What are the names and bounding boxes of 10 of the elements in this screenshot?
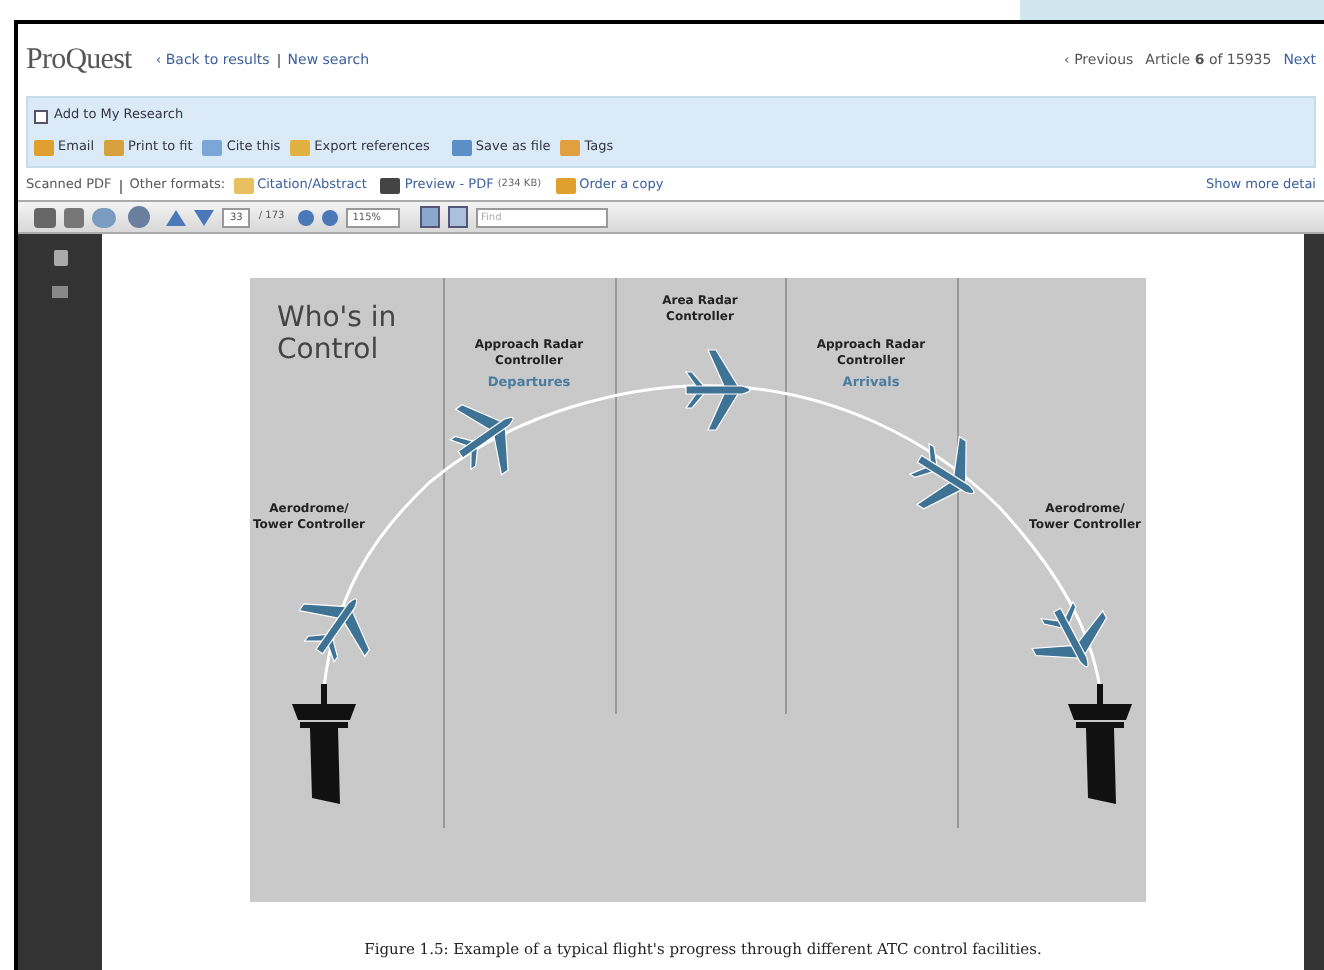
control-tower-icon — [1067, 684, 1131, 804]
airplane-icon — [448, 404, 513, 476]
airplane-icon — [684, 349, 750, 431]
control-tower-icon — [291, 684, 355, 804]
airplane-icon — [908, 436, 974, 510]
figure-title: Who's in Control — [277, 302, 397, 366]
airplane-icon — [1030, 601, 1107, 668]
checkbox[interactable] — [34, 109, 48, 124]
airplane-icon — [297, 598, 369, 663]
logo[interactable]: ProQuest — [26, 37, 132, 83]
